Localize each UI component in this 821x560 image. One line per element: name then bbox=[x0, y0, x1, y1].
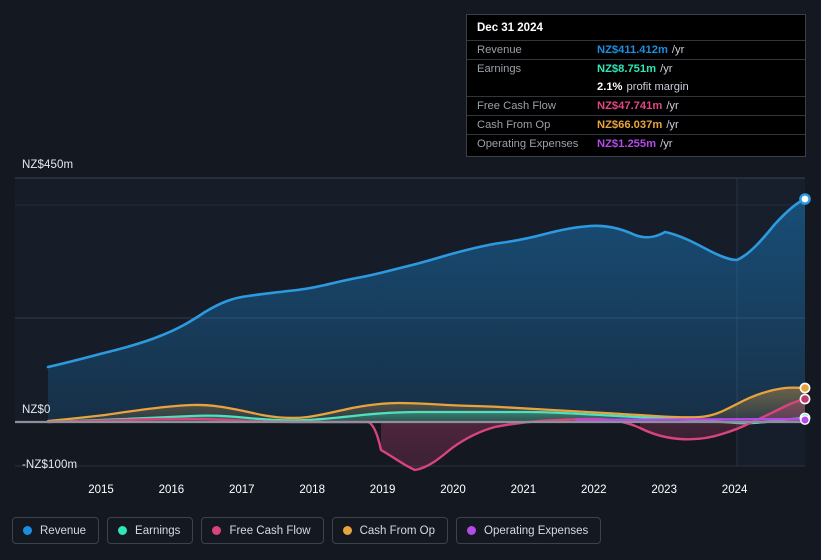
tooltip-row-value-group: NZ$411.412m/yr bbox=[597, 44, 684, 56]
tooltip-row-key: Earnings bbox=[477, 63, 522, 75]
x-axis-tick-2023: 2023 bbox=[651, 484, 677, 496]
tooltip-row: 2.1% profit margin bbox=[467, 78, 805, 96]
tooltip-row-value: NZ$8.751m bbox=[597, 63, 657, 75]
x-axis-tick-2017: 2017 bbox=[229, 484, 255, 496]
tooltip-row-value: NZ$411.412m bbox=[597, 44, 668, 56]
legend-item-label: Revenue bbox=[40, 524, 87, 537]
tooltip-row-unit: profit margin bbox=[626, 81, 689, 93]
legend-color-dot-icon bbox=[467, 526, 477, 535]
tooltip-row-unit: /yr bbox=[666, 100, 679, 112]
x-axis-tick-2022: 2022 bbox=[581, 484, 607, 496]
tooltip-row-key: Revenue bbox=[477, 44, 522, 56]
tooltip-row: Earnings NZ$8.751m/yr bbox=[467, 59, 805, 78]
tooltip-row-value-group: NZ$1.255m/yr bbox=[597, 138, 673, 150]
financial-chart: NZ$450m NZ$0 -NZ$100m 2015 2016 2017 2018 20… bbox=[0, 0, 821, 560]
tooltip-row-value-group: NZ$47.741m/yr bbox=[597, 100, 679, 112]
x-axis-tick-2019: 2019 bbox=[369, 484, 396, 496]
legend-item-label: Operating Expenses bbox=[484, 524, 589, 537]
tooltip-date: Dec 31 2024 bbox=[477, 22, 543, 34]
legend-item-earnings[interactable]: Earnings bbox=[107, 517, 194, 544]
tooltip-row-key: Operating Expenses bbox=[477, 138, 579, 150]
tooltip-row-value: NZ$47.741m bbox=[597, 100, 663, 112]
legend-item-label: Free Cash Flow bbox=[229, 524, 311, 537]
y-axis-label-zero: NZ$0 bbox=[22, 404, 51, 416]
tooltip-row-unit: /yr bbox=[660, 138, 673, 150]
x-axis-tick-2018: 2018 bbox=[299, 484, 325, 496]
legend-item-revenue[interactable]: Revenue bbox=[12, 517, 100, 544]
x-axis: 2015 2016 2017 2018 2019 2020 2021 2022 2023 2024 bbox=[0, 484, 821, 504]
legend-item-label: Cash From Op bbox=[359, 524, 436, 537]
endpoint-marker-free-cash-flow[interactable] bbox=[799, 393, 811, 405]
tooltip-row: Free Cash Flow NZ$47.741m/yr bbox=[467, 96, 805, 115]
chart-legend[interactable]: Revenue Earnings Free Cash Flow Cash From O… bbox=[12, 517, 602, 544]
y-axis-label-bottom: -NZ$100m bbox=[22, 459, 78, 471]
x-axis-tick-2020: 2020 bbox=[440, 484, 466, 496]
x-axis-tick-2016: 2016 bbox=[158, 484, 185, 496]
tooltip-row-unit: /yr bbox=[660, 63, 673, 75]
tooltip-row-value-group: NZ$8.751m/yr bbox=[597, 63, 673, 75]
legend-item-cash-from-op[interactable]: Cash From Op bbox=[331, 517, 449, 544]
tooltip-row-value: NZ$1.255m bbox=[597, 138, 657, 150]
legend-color-dot-icon bbox=[23, 526, 32, 535]
tooltip-row-unit: /yr bbox=[666, 119, 679, 131]
tooltip-rows: Revenue NZ$411.412m/yr Earnings NZ$8.751m/y… bbox=[467, 40, 805, 153]
tooltip-row-value: NZ$66.037m bbox=[597, 119, 663, 131]
legend-item-free-cash-flow[interactable]: Free Cash Flow bbox=[201, 517, 324, 544]
tooltip-row-key: Cash From Op bbox=[477, 119, 551, 131]
tooltip-row: Revenue NZ$411.412m/yr bbox=[467, 40, 805, 59]
tooltip-row: Cash From Op NZ$66.037m/yr bbox=[467, 115, 805, 134]
endpoint-marker-operating-expenses[interactable] bbox=[800, 415, 810, 425]
legend-item-label: Earnings bbox=[135, 524, 181, 537]
tooltip-row-unit: /yr bbox=[671, 44, 685, 56]
legend-color-dot-icon bbox=[342, 526, 352, 535]
x-axis-tick-2021: 2021 bbox=[510, 484, 537, 496]
legend-color-dot-icon bbox=[118, 526, 128, 535]
x-axis-tick-2015: 2015 bbox=[88, 484, 114, 496]
legend-color-dot-icon bbox=[212, 526, 222, 535]
tooltip-row-value-group: 2.1% profit margin bbox=[597, 81, 689, 93]
tooltip-row-value-group: NZ$66.037m/yr bbox=[597, 119, 679, 131]
chart-tooltip: Dec 31 2024 Revenue NZ$411.412m/yr Earning… bbox=[466, 14, 806, 157]
legend-item-operating-expenses[interactable]: Operating Expenses bbox=[456, 517, 602, 544]
tooltip-row-value: 2.1% bbox=[597, 81, 623, 93]
endpoint-marker-revenue[interactable] bbox=[799, 193, 811, 205]
x-axis-tick-2024: 2024 bbox=[721, 484, 748, 496]
y-axis-label-top: NZ$450m bbox=[22, 159, 74, 171]
tooltip-row: Operating Expenses NZ$1.255m/yr bbox=[467, 134, 805, 153]
operatingexpenses-line bbox=[574, 418, 807, 422]
tooltip-row-key: Free Cash Flow bbox=[477, 100, 556, 112]
endpoint-marker-cash-from-op[interactable] bbox=[799, 382, 811, 394]
